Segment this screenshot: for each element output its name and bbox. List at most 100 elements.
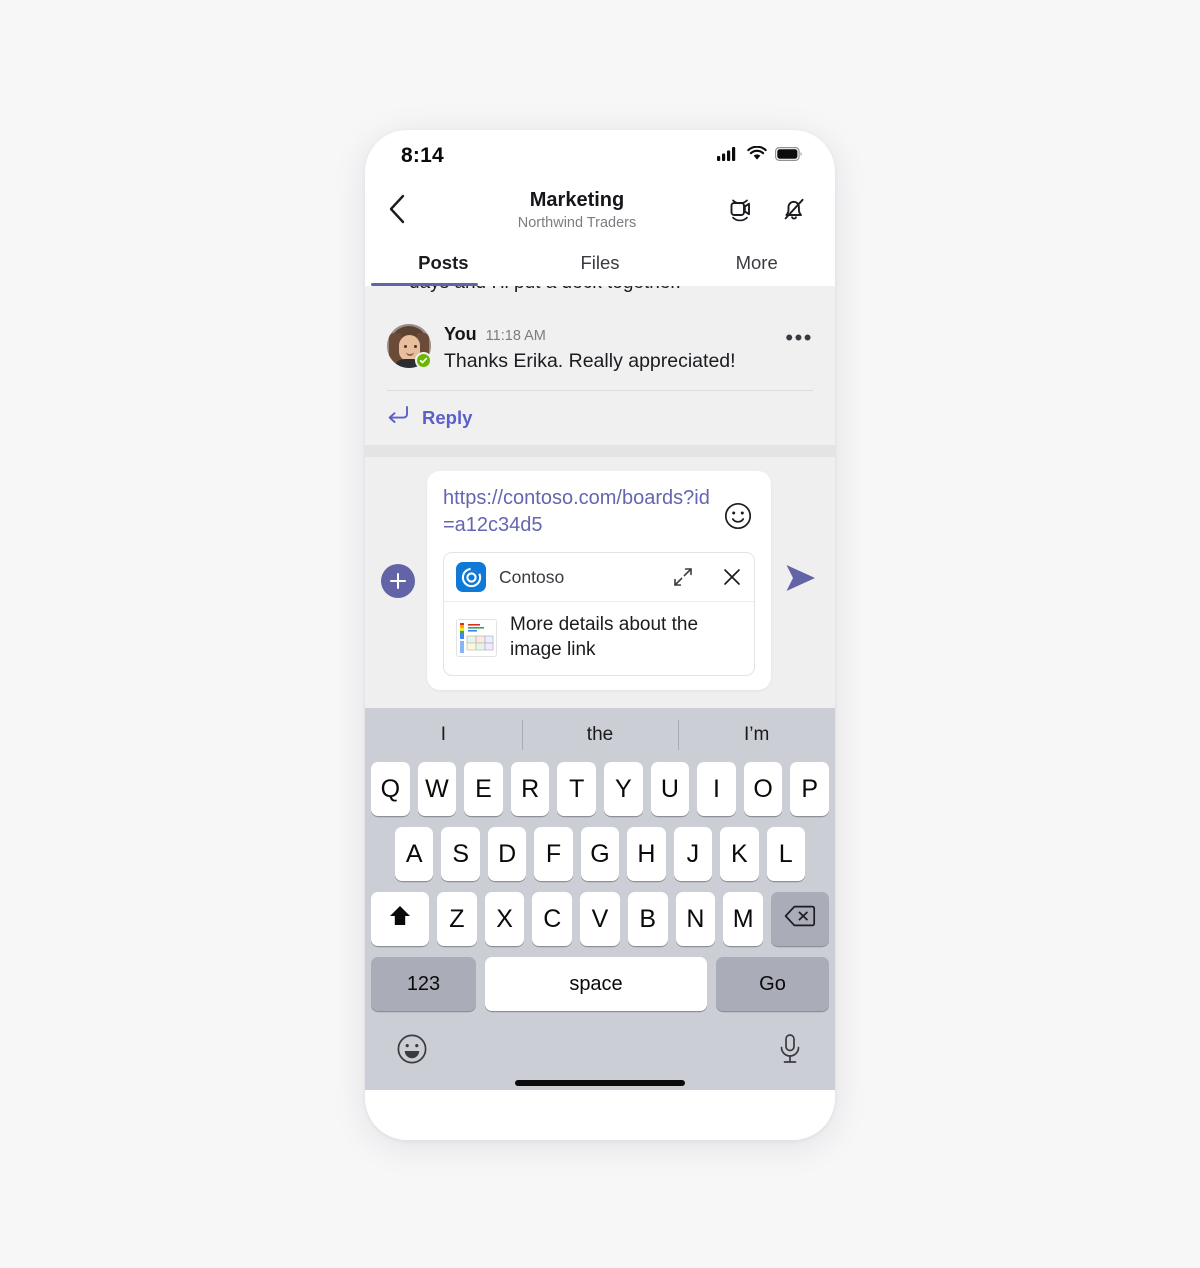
prediction-1[interactable]: I — [365, 724, 522, 746]
keyboard-bottom-bar — [365, 1022, 835, 1074]
status-bar: 8:14 — [365, 130, 835, 178]
key-g[interactable]: G — [580, 827, 620, 882]
message-input-container[interactable]: https://contoso.com/boards?id=a12c34d5 C… — [427, 471, 771, 691]
prediction-2[interactable]: the — [522, 724, 679, 746]
prediction-3[interactable]: I’m — [678, 724, 835, 746]
header-actions — [725, 194, 813, 229]
emoji-smiley-icon[interactable] — [723, 501, 755, 536]
reply-button[interactable]: Reply — [365, 391, 835, 445]
key-t[interactable]: T — [557, 762, 596, 817]
page-title: Marketing — [529, 189, 625, 212]
key-r[interactable]: R — [510, 762, 550, 817]
home-indicator[interactable] — [515, 1080, 685, 1087]
keyboard-row-2: A S D F G H J K L — [365, 827, 835, 892]
key-i[interactable]: I — [697, 762, 736, 817]
message-list[interactable]: days and I'll put a deck together. — [365, 286, 835, 458]
message-text: Thanks Erika. Really appreciated! — [444, 350, 736, 372]
phone-frame: 8:14 Marketing Northwind Traders Posts F… — [365, 130, 835, 1140]
back-button[interactable] — [387, 193, 429, 230]
meet-now-icon[interactable] — [725, 194, 755, 229]
key-b[interactable]: B — [627, 892, 668, 947]
key-n[interactable]: N — [675, 892, 716, 947]
chat-header: Marketing Northwind Traders — [365, 178, 835, 240]
link-card-thumbnail — [456, 618, 497, 657]
expand-icon[interactable] — [673, 567, 693, 587]
list-section-gap — [365, 445, 835, 458]
mute-notifications-icon[interactable] — [779, 194, 809, 229]
tab-bar: Posts Files More — [365, 240, 835, 286]
tab-files[interactable]: Files — [522, 240, 679, 286]
compose-bar: https://contoso.com/boards?id=a12c34d5 C… — [365, 457, 835, 709]
status-badge — [415, 352, 432, 369]
contoso-app-icon — [456, 562, 486, 593]
previous-message-text: days and I'll put a deck together. — [409, 286, 681, 294]
key-w[interactable]: W — [417, 762, 457, 817]
send-icon — [784, 563, 818, 598]
page-subtitle: Northwind Traders — [517, 215, 637, 232]
key-u[interactable]: U — [650, 762, 690, 817]
keyboard-row-1: Q W E R T Y U I O P — [365, 762, 835, 827]
battery-icon — [775, 146, 803, 166]
key-l[interactable]: L — [766, 827, 805, 882]
message-timestamp: 11:18 AM — [485, 328, 546, 344]
key-s[interactable]: S — [441, 827, 480, 882]
key-q[interactable]: Q — [371, 762, 410, 817]
go-key[interactable]: Go — [716, 957, 829, 1012]
key-c[interactable]: C — [532, 892, 573, 947]
key-p[interactable]: P — [790, 762, 829, 817]
chat-title-block[interactable]: Marketing Northwind Traders — [429, 188, 725, 234]
key-z[interactable]: Z — [436, 892, 477, 947]
shift-key[interactable] — [370, 892, 429, 947]
backspace-icon — [784, 904, 816, 935]
key-e[interactable]: E — [464, 762, 503, 817]
tab-more-label: More — [735, 252, 778, 273]
tab-more[interactable]: More — [678, 240, 835, 286]
chevron-left-icon — [387, 193, 407, 230]
numbers-key[interactable]: 123 — [371, 957, 476, 1012]
backspace-key[interactable] — [771, 892, 830, 947]
link-preview-card: Contoso More details about the image lin… — [443, 552, 755, 677]
close-icon[interactable] — [722, 567, 742, 587]
key-f[interactable]: F — [534, 827, 573, 882]
key-m[interactable]: M — [723, 892, 764, 947]
wifi-icon — [747, 145, 767, 166]
shift-arrow-icon — [387, 903, 413, 936]
key-d[interactable]: D — [487, 827, 527, 882]
check-icon — [419, 357, 428, 364]
key-o[interactable]: O — [743, 762, 783, 817]
tab-posts[interactable]: Posts — [365, 240, 522, 286]
key-a[interactable]: A — [395, 827, 434, 882]
link-card-body[interactable]: More details about the image link — [444, 602, 754, 675]
tab-posts-label: Posts — [418, 252, 469, 273]
link-card-header: Contoso — [444, 553, 754, 603]
status-bar-clock: 8:14 — [401, 144, 444, 167]
microphone-icon[interactable] — [775, 1032, 805, 1071]
cellular-signal-icon — [717, 146, 739, 166]
key-v[interactable]: V — [580, 892, 620, 947]
key-x[interactable]: X — [484, 892, 525, 947]
avatar[interactable] — [387, 324, 432, 369]
message-more-options-button[interactable]: ••• — [785, 324, 813, 348]
keyboard-row-4: 123 space Go — [365, 957, 835, 1022]
reply-label: Reply — [422, 406, 473, 428]
message-item: You 11:18 AM Thanks Erika. Really apprec… — [365, 306, 835, 392]
send-button[interactable] — [783, 563, 819, 598]
previous-message-clipped: days and I'll put a deck together. — [365, 286, 835, 306]
on-screen-keyboard: I the I’m Q W E R T Y U I O P A S D F G … — [365, 708, 835, 1091]
keyboard-row-3: Z X C V B N M — [365, 892, 835, 957]
reply-arrow-icon — [387, 406, 409, 429]
key-y[interactable]: Y — [604, 762, 643, 817]
message-input[interactable]: https://contoso.com/boards?id=a12c34d5 — [443, 485, 717, 538]
space-key[interactable]: space — [485, 957, 707, 1012]
tab-files-label: Files — [580, 252, 620, 273]
message-author: You — [444, 324, 477, 344]
link-card-description: More details about the image link — [510, 614, 699, 660]
key-j[interactable]: J — [673, 827, 713, 882]
status-bar-icons — [717, 145, 803, 166]
key-h[interactable]: H — [627, 827, 666, 882]
link-card-app-name: Contoso — [499, 566, 565, 587]
predictive-text-bar: I the I’m — [365, 708, 835, 762]
emoji-keyboard-icon[interactable] — [395, 1032, 429, 1071]
add-attachment-button[interactable] — [381, 563, 415, 598]
key-k[interactable]: K — [720, 827, 759, 882]
